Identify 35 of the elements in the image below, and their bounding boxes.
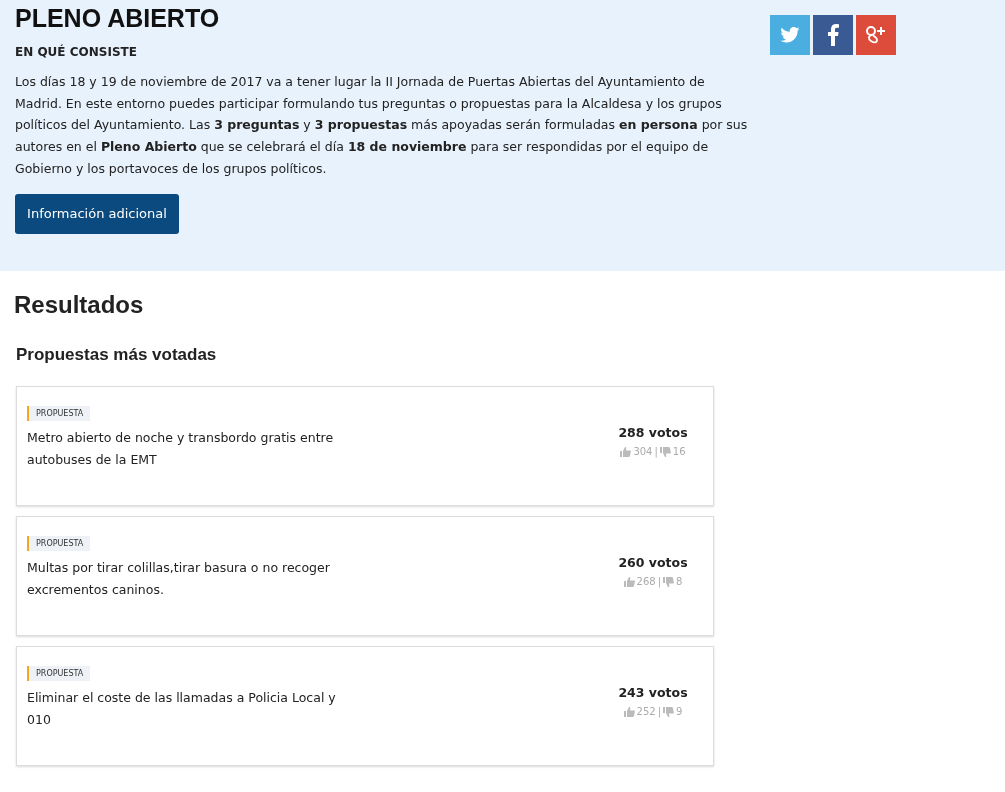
- page-title: PLENO ABIERTO: [15, 4, 221, 33]
- section-subtitle: EN QUÉ CONSISTE: [15, 45, 137, 59]
- likes-count: 252: [636, 706, 656, 717]
- separator: |: [657, 576, 662, 587]
- thumbs-down-icon: [663, 706, 675, 717]
- proposal-title[interactable]: Metro abierto de noche y transbordo gratis entre autobuses de la EMT: [27, 427, 347, 470]
- likes-count: 304: [633, 446, 653, 457]
- dislikes-count: 8: [676, 576, 683, 587]
- vote-count: 288 votos: [618, 425, 688, 440]
- thumbs-up-icon: [620, 446, 632, 457]
- proposal-tag: PROPUESTA: [27, 536, 91, 551]
- thumbs-up-icon: [623, 576, 635, 587]
- thumbs-down-icon: [659, 446, 671, 457]
- vote-count: 243 votos: [618, 685, 688, 700]
- thumbs-up-icon: [623, 706, 635, 717]
- google-plus-icon: [865, 25, 887, 45]
- more-info-button[interactable]: Información adicional: [15, 193, 179, 234]
- proposal-title[interactable]: Eliminar el coste de las llamadas a Policia Local y 010: [27, 687, 347, 730]
- dislikes-count: 9: [676, 706, 683, 717]
- proposal-tag: PROPUESTA: [27, 666, 91, 681]
- likes-count: 268: [636, 576, 656, 587]
- share-button[interactable]: [813, 15, 853, 55]
- separator: |: [654, 446, 658, 457]
- proposal-tag: PROPUESTA: [27, 406, 91, 421]
- thumbs-down-icon: [663, 576, 675, 587]
- proposal-title[interactable]: Multas por tirar colillas,tirar basura o no recoger excrementos caninos.: [27, 557, 347, 600]
- facebook-f-icon: [827, 24, 839, 46]
- section-heading: Propuestas más votadas: [16, 345, 217, 365]
- separator: |: [657, 706, 662, 717]
- twitter-bird-icon: [780, 27, 800, 43]
- dislikes-count: 16: [672, 446, 686, 457]
- results-heading: Resultados: [14, 291, 144, 319]
- description-paragraph: Los días 18 y 19 de noviembre de 2017 va a tener lugar la II Jornada de Puertas Abiertas del Ayuntamiento de Madrid. En este entorno puedes participar formulando tus preguntas o propuestas para la Alcaldesa y los grupos políticos del Ayuntamiento. Las 3 preguntas y 3 propuestas más apoyadas serán formuladas en persona por sus autores en el Pleno Abierto que se celebrará el día 18 de noviembre para ser respondidas por el equipo de Gobierno y los portavoces de los grupos políticos.: [15, 73, 749, 178]
- vote-count: 260 votos: [618, 555, 688, 570]
- share-button[interactable]: [856, 15, 896, 55]
